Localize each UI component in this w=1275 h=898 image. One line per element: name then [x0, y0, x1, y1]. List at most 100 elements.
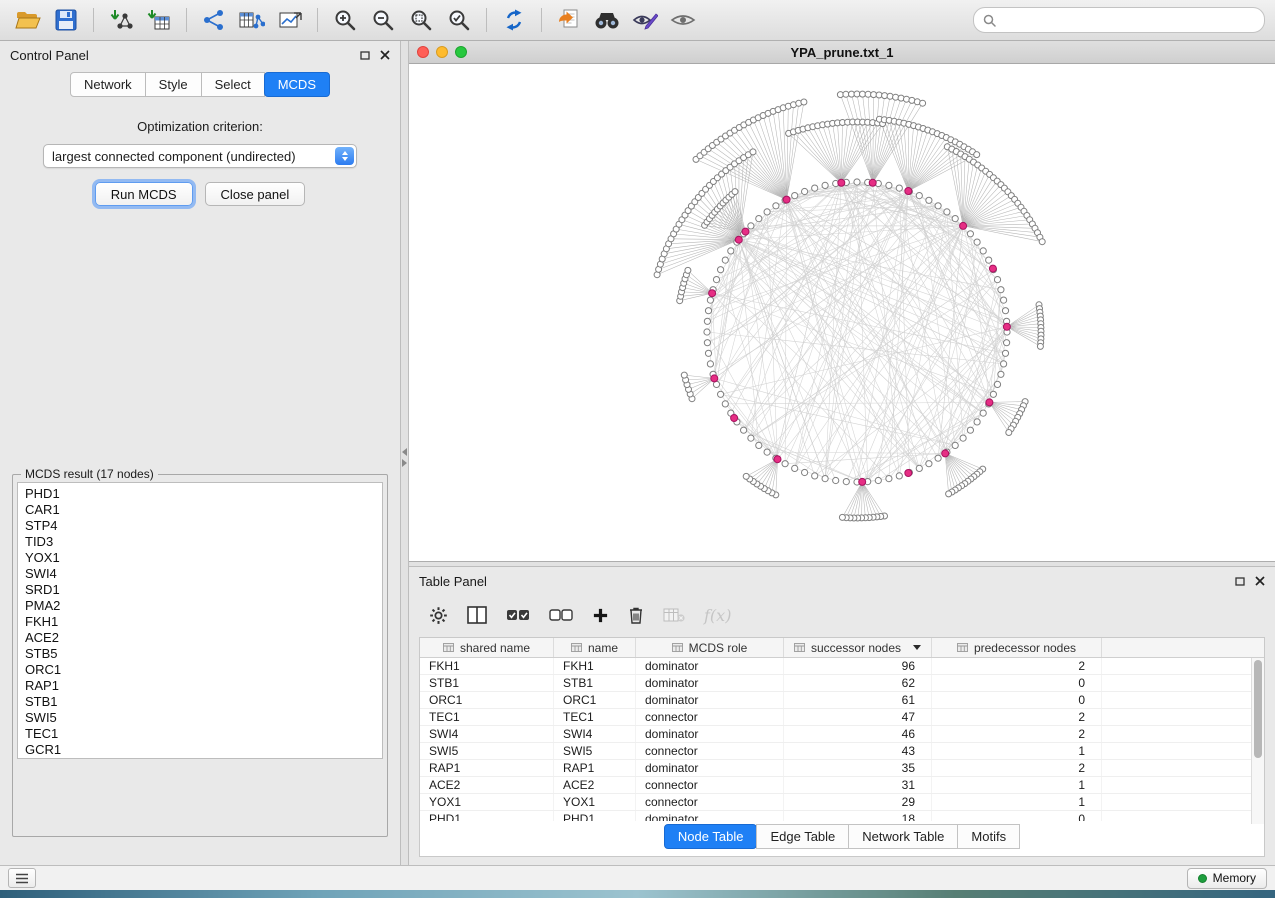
- criterion-dropdown[interactable]: largest connected component (undirected): [43, 144, 357, 168]
- mcds-dominator-node[interactable]: [942, 450, 949, 457]
- network-node[interactable]: [843, 479, 849, 485]
- network-window-titlebar[interactable]: YPA_prune.txt_1: [409, 41, 1275, 64]
- table-row[interactable]: FKH1FKH1dominator962: [420, 658, 1264, 675]
- network-node[interactable]: [681, 372, 687, 378]
- network-node[interactable]: [812, 473, 818, 479]
- network-node[interactable]: [833, 477, 839, 483]
- network-node[interactable]: [718, 391, 724, 397]
- network-node[interactable]: [860, 91, 866, 97]
- mcds-dominator-node[interactable]: [735, 236, 742, 243]
- network-node[interactable]: [967, 427, 973, 433]
- mcds-dominator-node[interactable]: [711, 375, 718, 382]
- mcds-dominator-node[interactable]: [960, 222, 967, 229]
- status-menu-button[interactable]: [8, 868, 36, 888]
- import-network-button[interactable]: [103, 5, 139, 35]
- table-row[interactable]: SWI4SWI4dominator462: [420, 726, 1264, 743]
- network-node[interactable]: [704, 318, 710, 324]
- mcds-result-item[interactable]: SWI5: [25, 710, 382, 726]
- zoom-selected-button[interactable]: [441, 5, 477, 35]
- network-node[interactable]: [952, 442, 958, 448]
- splitter-collapse-handle[interactable]: [401, 446, 408, 468]
- mcds-dominator-node[interactable]: [989, 265, 996, 272]
- network-node[interactable]: [822, 182, 828, 188]
- mcds-result-item[interactable]: YOX1: [25, 550, 382, 566]
- network-node[interactable]: [994, 381, 1000, 387]
- table-row[interactable]: ACE2ACE2connector311: [420, 777, 1264, 794]
- show-columns-button[interactable]: [467, 606, 487, 624]
- network-node[interactable]: [896, 473, 902, 479]
- mcds-dominator-node[interactable]: [869, 179, 876, 186]
- network-node[interactable]: [967, 231, 973, 237]
- tab-motifs[interactable]: Motifs: [957, 824, 1020, 849]
- network-node[interactable]: [980, 248, 986, 254]
- mcds-result-item[interactable]: TEC1: [25, 726, 382, 742]
- network-node[interactable]: [946, 491, 952, 497]
- close-panel-icon[interactable]: [1255, 576, 1265, 586]
- network-node[interactable]: [705, 350, 711, 356]
- network-node[interactable]: [839, 514, 845, 520]
- network-node[interactable]: [998, 371, 1004, 377]
- table-row[interactable]: TEC1TEC1connector472: [420, 709, 1264, 726]
- network-node[interactable]: [704, 340, 710, 346]
- network-node[interactable]: [801, 99, 807, 105]
- network-node[interactable]: [756, 216, 762, 222]
- tab-mcds[interactable]: MCDS: [264, 72, 330, 97]
- mcds-result-item[interactable]: GCR1: [25, 742, 382, 758]
- network-node[interactable]: [1001, 361, 1007, 367]
- network-node[interactable]: [741, 427, 747, 433]
- mcds-result-item[interactable]: STB5: [25, 646, 382, 662]
- network-node[interactable]: [1037, 343, 1043, 349]
- network-node[interactable]: [802, 188, 808, 194]
- network-node[interactable]: [1004, 340, 1010, 346]
- mcds-result-item[interactable]: STP4: [25, 518, 382, 534]
- run-mcds-button[interactable]: Run MCDS: [95, 182, 193, 206]
- tab-network[interactable]: Network: [70, 72, 146, 97]
- network-canvas[interactable]: [409, 64, 1275, 561]
- zoom-fit-button[interactable]: [403, 5, 439, 35]
- network-node[interactable]: [887, 93, 893, 99]
- new-network-button[interactable]: [196, 5, 232, 35]
- network-node[interactable]: [782, 461, 788, 467]
- deselect-all-rows-button[interactable]: [549, 607, 573, 623]
- network-node[interactable]: [722, 401, 728, 407]
- network-node[interactable]: [685, 267, 691, 273]
- column-header-name[interactable]: name: [554, 638, 636, 657]
- mcds-dominator-node[interactable]: [986, 399, 993, 406]
- network-node[interactable]: [886, 182, 892, 188]
- network-node[interactable]: [1039, 239, 1045, 245]
- clone-network-button[interactable]: [551, 5, 587, 35]
- close-window-button[interactable]: [417, 46, 429, 58]
- network-node[interactable]: [920, 100, 926, 106]
- table-row[interactable]: RAP1RAP1dominator352: [420, 760, 1264, 777]
- network-node[interactable]: [886, 476, 892, 482]
- add-column-button[interactable]: [592, 607, 609, 624]
- network-node[interactable]: [748, 435, 754, 441]
- tab-style[interactable]: Style: [145, 72, 202, 97]
- zoom-out-button[interactable]: [365, 5, 401, 35]
- mcds-result-item[interactable]: FKH1: [25, 614, 382, 630]
- network-node[interactable]: [980, 410, 986, 416]
- network-node[interactable]: [713, 277, 719, 283]
- float-panel-icon[interactable]: [360, 51, 370, 60]
- network-node[interactable]: [893, 94, 899, 100]
- mcds-result-item[interactable]: STB1: [25, 694, 382, 710]
- network-node[interactable]: [916, 193, 922, 199]
- network-node[interactable]: [1006, 430, 1012, 436]
- network-node[interactable]: [935, 455, 941, 461]
- network-node[interactable]: [896, 185, 902, 191]
- export-image-button[interactable]: [272, 5, 308, 35]
- network-from-table-button[interactable]: [234, 5, 270, 35]
- network-node[interactable]: [764, 209, 770, 215]
- table-row[interactable]: PHD1PHD1dominator180: [420, 811, 1264, 821]
- network-node[interactable]: [935, 203, 941, 209]
- column-header-predecessor-nodes[interactable]: predecessor nodes: [932, 638, 1102, 657]
- mcds-result-item[interactable]: SRD1: [25, 582, 382, 598]
- table-row[interactable]: YOX1YOX1connector291: [420, 794, 1264, 811]
- network-node[interactable]: [1001, 297, 1007, 303]
- network-node[interactable]: [707, 361, 713, 367]
- network-node[interactable]: [998, 287, 1004, 293]
- network-node[interactable]: [986, 257, 992, 263]
- table-scrollbar[interactable]: [1251, 658, 1264, 824]
- tab-node-table[interactable]: Node Table: [664, 824, 758, 849]
- mcds-result-item[interactable]: SWI4: [25, 566, 382, 582]
